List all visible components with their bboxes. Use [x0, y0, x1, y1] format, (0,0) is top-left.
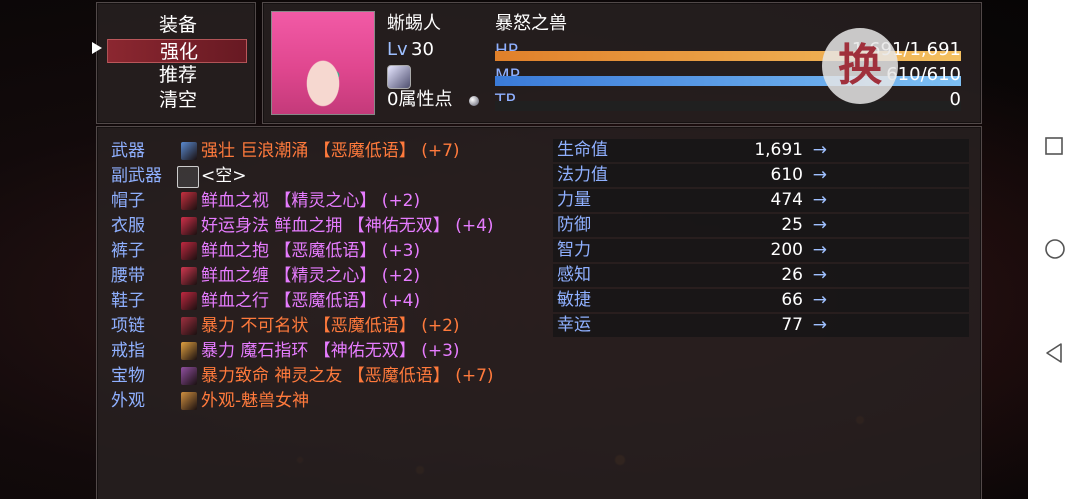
- equip-item-name[interactable]: 暴力 魔石指环 【神佑无双】 (+3): [201, 339, 460, 363]
- selection-cursor-icon: [92, 42, 102, 54]
- armor-icon: [181, 217, 197, 235]
- ring-icon: [181, 342, 197, 360]
- param-name: 法力值: [557, 165, 608, 185]
- equip-slot-label[interactable]: 武器: [111, 139, 145, 163]
- param-arrow-icon: →: [812, 165, 827, 185]
- equip-slot-label[interactable]: 腰带: [111, 264, 145, 288]
- system-nav-bar: [1028, 0, 1080, 499]
- equip-item-name[interactable]: 暴力致命 神灵之友 【恶魔低语】 (+7): [201, 364, 494, 388]
- back-icon[interactable]: [1044, 342, 1064, 364]
- equip-slot-label[interactable]: 戒指: [111, 339, 145, 363]
- equip-item-name[interactable]: <空>: [201, 164, 247, 188]
- treasure-icon: [181, 367, 197, 385]
- equip-item-name[interactable]: 暴力 不可名状 【恶魔低语】 (+2): [201, 314, 460, 338]
- param-value: 1,691: [754, 140, 803, 160]
- param-value: 474: [770, 190, 803, 210]
- equip-item-name[interactable]: 鲜血之抱 【恶魔低语】 (+3): [201, 239, 420, 263]
- actor-portrait: [271, 11, 375, 115]
- param-name: 智力: [557, 240, 591, 260]
- param-arrow-icon: →: [812, 290, 827, 310]
- param-value: 77: [781, 315, 803, 335]
- equip-slot-label[interactable]: 项链: [111, 314, 145, 338]
- recent-apps-icon[interactable]: [1044, 136, 1064, 156]
- game-screen: 装备 强化 推荐 清空 蜥蜴人 暴怒之兽 Lv 30 0属性点 HP 1,691…: [0, 0, 1028, 499]
- equip-slot-label[interactable]: 衣服: [111, 214, 145, 238]
- equipment-window: 武器 强壮 巨浪潮涌 【恶魔低语】 (+7) 副武器 <空> 帽子 鲜血之视 【精灵之心】…: [96, 126, 982, 499]
- equip-item-name[interactable]: 好运身法 鲜血之拥 【神佑无双】 (+4): [201, 214, 494, 238]
- state-icon: [387, 65, 411, 89]
- param-row: 力量 474 →: [553, 189, 969, 212]
- param-row: 生命值 1,691 →: [553, 139, 969, 162]
- equip-slot-label[interactable]: 裤子: [111, 239, 145, 263]
- equip-item-name[interactable]: 强壮 巨浪潮涌 【恶魔低语】 (+7): [201, 139, 460, 163]
- command-recommend[interactable]: 推荐: [107, 63, 247, 87]
- costume-icon: [181, 392, 197, 410]
- equip-item-name[interactable]: 鲜血之视 【精灵之心】 (+2): [201, 189, 420, 213]
- equip-slot-label[interactable]: 宝物: [111, 364, 145, 388]
- param-arrow-icon: →: [812, 240, 827, 260]
- helmet-icon: [181, 192, 197, 210]
- param-arrow-icon: →: [812, 190, 827, 210]
- param-value: 200: [770, 240, 803, 260]
- param-row: 幸运 77 →: [553, 314, 969, 337]
- equip-item-name[interactable]: 鲜血之缠 【精灵之心】 (+2): [201, 264, 420, 288]
- equip-slot-label[interactable]: 副武器: [111, 164, 162, 188]
- param-arrow-icon: →: [812, 215, 827, 235]
- param-name: 生命值: [557, 140, 608, 160]
- equip-slot-label[interactable]: 鞋子: [111, 289, 145, 313]
- param-arrow-icon: →: [812, 140, 827, 160]
- empty-slot-icon: [177, 166, 199, 188]
- actor-name: 蜥蜴人: [387, 13, 441, 34]
- equip-item-name[interactable]: 外观-魅兽女神: [201, 389, 309, 413]
- command-window: 装备 强化 推荐 清空: [96, 2, 256, 124]
- orb-icon: [469, 96, 479, 106]
- home-icon[interactable]: [1044, 238, 1066, 260]
- param-row: 智力 200 →: [553, 239, 969, 262]
- pants-icon: [181, 242, 197, 260]
- equip-item-name[interactable]: 鲜血之行 【恶魔低语】 (+4): [201, 289, 420, 313]
- param-value: 66: [781, 290, 803, 310]
- equip-slot-label[interactable]: 外观: [111, 389, 145, 413]
- equip-slot-label[interactable]: 帽子: [111, 189, 145, 213]
- param-name: 感知: [557, 265, 591, 285]
- param-row: 法力值 610 →: [553, 164, 969, 187]
- param-row: 敏捷 66 →: [553, 289, 969, 312]
- level-label: Lv: [387, 39, 408, 60]
- param-name: 幸运: [557, 315, 591, 335]
- param-name: 敏捷: [557, 290, 591, 310]
- param-value: 26: [781, 265, 803, 285]
- belt-icon: [181, 267, 197, 285]
- necklace-icon: [181, 317, 197, 335]
- command-equip[interactable]: 装备: [107, 13, 247, 37]
- attribute-points: 0属性点: [387, 89, 453, 110]
- trident-icon: [181, 142, 197, 160]
- switch-actor-button[interactable]: 换: [822, 28, 898, 104]
- command-optimize[interactable]: 强化: [107, 39, 247, 63]
- command-clear[interactable]: 清空: [107, 88, 247, 112]
- param-value: 610: [770, 165, 803, 185]
- param-row: 防御 25 →: [553, 214, 969, 237]
- param-value: 25: [781, 215, 803, 235]
- level-value: 30: [411, 39, 434, 60]
- actor-class: 暴怒之兽: [495, 13, 567, 34]
- param-name: 防御: [557, 215, 591, 235]
- param-name: 力量: [557, 190, 591, 210]
- param-arrow-icon: →: [812, 265, 827, 285]
- boots-icon: [181, 292, 197, 310]
- param-arrow-icon: →: [812, 315, 827, 335]
- param-row: 感知 26 →: [553, 264, 969, 287]
